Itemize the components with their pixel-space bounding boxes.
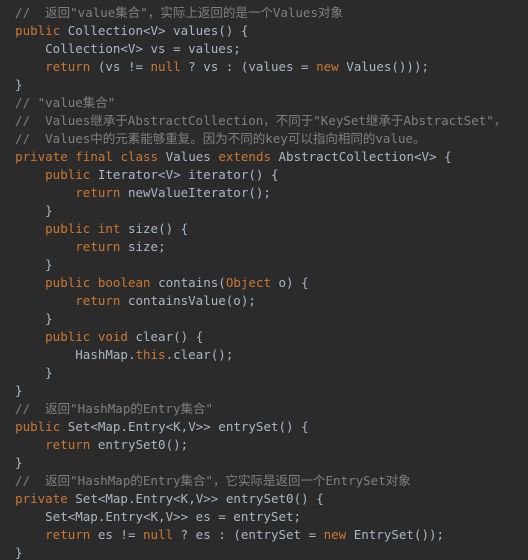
- code-text: o) {: [271, 275, 309, 290]
- code-text: }: [0, 311, 53, 326]
- code-text: ? es : (entrySet =: [173, 527, 324, 542]
- comma: ,: [188, 491, 196, 506]
- comment-line: // 返回"HashMap的Entry集合": [0, 401, 213, 416]
- comment-line: // 返回"value集合"，实际上返回的是一个Values对象: [0, 5, 343, 20]
- keyword-final: final: [75, 149, 113, 164]
- code-text: () {: [218, 23, 248, 38]
- keyword-public: public: [45, 275, 90, 290]
- code-text: entrySet0();: [90, 437, 188, 452]
- code-block: // 返回"value集合"，实际上返回的是一个Values对象 public …: [0, 0, 528, 560]
- code-text: newValueIterator();: [120, 185, 271, 200]
- keyword-new: new: [324, 527, 347, 542]
- code-text: V>>: [196, 491, 226, 506]
- keyword-return: return: [75, 293, 120, 308]
- keyword-return: return: [75, 239, 120, 254]
- code-text: (vs !=: [90, 59, 150, 74]
- code-text: Set<Map.Entry<K,V>> es = entrySet;: [0, 509, 301, 524]
- method-name: size: [128, 221, 158, 236]
- code-text: }: [0, 257, 53, 272]
- code-text: ;: [158, 239, 166, 254]
- code-text: () {: [294, 491, 324, 506]
- code-text: AbstractCollection<V> {: [271, 149, 452, 164]
- keyword-new: new: [316, 59, 339, 74]
- keyword-public: public: [15, 419, 60, 434]
- keyword-public: public: [15, 23, 60, 38]
- keyword-null: null: [151, 59, 181, 74]
- method-name: values: [173, 23, 218, 38]
- keyword-return: return: [75, 185, 120, 200]
- comment-line: // Values中的元素能够重复。因为不同的key可以指向相同的value。: [0, 131, 426, 146]
- class-ref: HashMap: [75, 347, 128, 362]
- method-name: clear: [135, 329, 173, 344]
- code-text: }: [0, 545, 23, 560]
- keyword-extends: extends: [218, 149, 271, 164]
- code-text: () {: [158, 221, 188, 236]
- code-text: Set<Map: [68, 491, 128, 506]
- keyword-int: int: [98, 221, 121, 236]
- code-text: Iterator<V>: [90, 167, 188, 182]
- code-text: Collection<V>: [60, 23, 173, 38]
- keyword-void: void: [98, 329, 128, 344]
- keyword-return: return: [45, 437, 90, 452]
- code-text: (: [218, 275, 226, 290]
- code-text: }: [0, 77, 23, 92]
- code-text: EntrySet());: [346, 527, 444, 542]
- code-text: Entry<K: [136, 491, 189, 506]
- dot: .: [128, 491, 136, 506]
- code-text: () {: [173, 329, 203, 344]
- comment-line: // 返回"HashMap的Entry集合"，它实际是返回一个EntrySet对…: [0, 473, 411, 488]
- dot: .: [166, 347, 174, 362]
- code-text: () {: [248, 167, 278, 182]
- code-text: Values: [158, 149, 218, 164]
- keyword-return: return: [45, 59, 90, 74]
- code-text: Values()));: [339, 59, 429, 74]
- code-text: Entry<K: [128, 419, 181, 434]
- comment-line: // "value集合": [0, 95, 115, 110]
- method-name: contains: [158, 275, 218, 290]
- code-text: }: [0, 383, 23, 398]
- method-name: entrySet0: [226, 491, 294, 506]
- identifier: size: [128, 239, 158, 254]
- code-text: }: [0, 203, 53, 218]
- method-name: iterator: [188, 167, 248, 182]
- code-text: containsValue(o);: [120, 293, 255, 308]
- keyword-private: private: [15, 149, 68, 164]
- code-text: Set<Map: [60, 419, 120, 434]
- keyword-this: this: [135, 347, 165, 362]
- comment-line: // Values继承于AbstractCollection，不同于"KeySe…: [0, 113, 506, 128]
- keyword-public: public: [45, 167, 90, 182]
- keyword-class: class: [120, 149, 158, 164]
- code-text: }: [0, 365, 53, 380]
- keyword-private: private: [15, 491, 68, 506]
- method-name: clear: [173, 347, 211, 362]
- keyword-boolean: boolean: [98, 275, 151, 290]
- code-text: ();: [211, 347, 234, 362]
- type-object: Object: [226, 275, 271, 290]
- code-text: Collection<V> vs = values;: [0, 41, 241, 56]
- code-text: V>>: [188, 419, 218, 434]
- dot: .: [120, 419, 128, 434]
- code-text: es !=: [90, 527, 143, 542]
- keyword-public: public: [45, 329, 90, 344]
- method-name: entrySet: [218, 419, 278, 434]
- keyword-null: null: [143, 527, 173, 542]
- keyword-return: return: [45, 527, 90, 542]
- code-text: () {: [279, 419, 309, 434]
- code-text: }: [0, 455, 23, 470]
- keyword-public: public: [45, 221, 90, 236]
- code-text: ? vs : (values =: [181, 59, 316, 74]
